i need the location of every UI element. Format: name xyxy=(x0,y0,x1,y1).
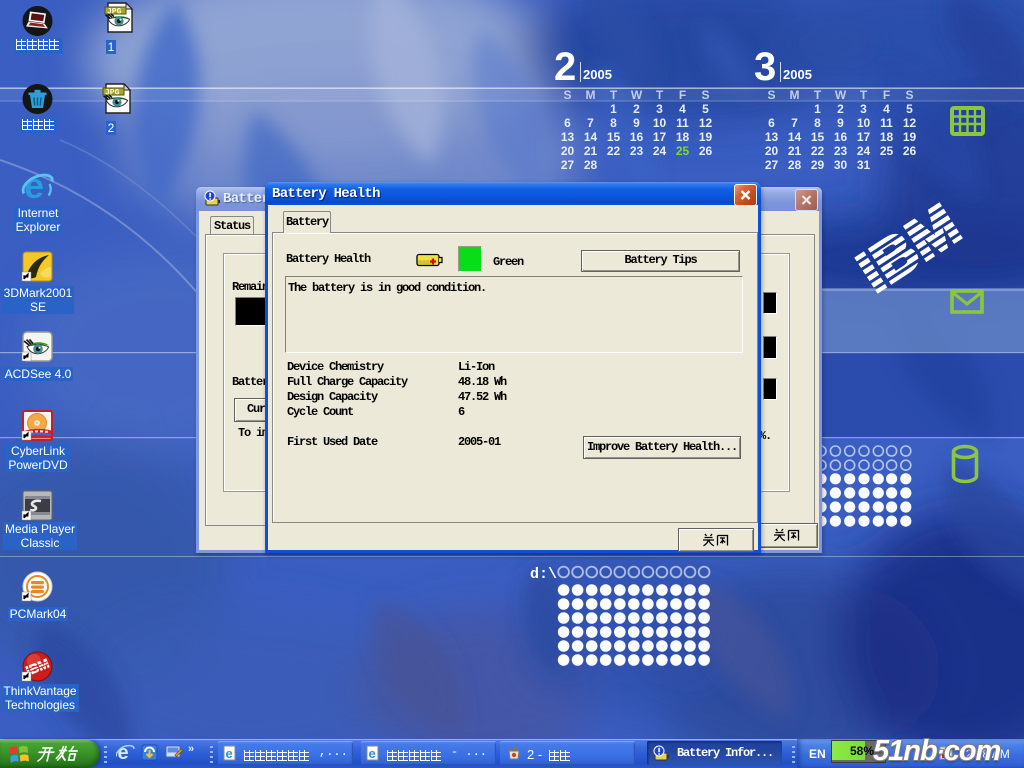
svg-text:e: e xyxy=(24,165,44,206)
svg-text:e: e xyxy=(226,746,233,761)
svg-text:»: » xyxy=(188,743,194,755)
svg-text:e: e xyxy=(369,746,376,761)
svg-text:d:\: d:\ xyxy=(530,566,557,583)
